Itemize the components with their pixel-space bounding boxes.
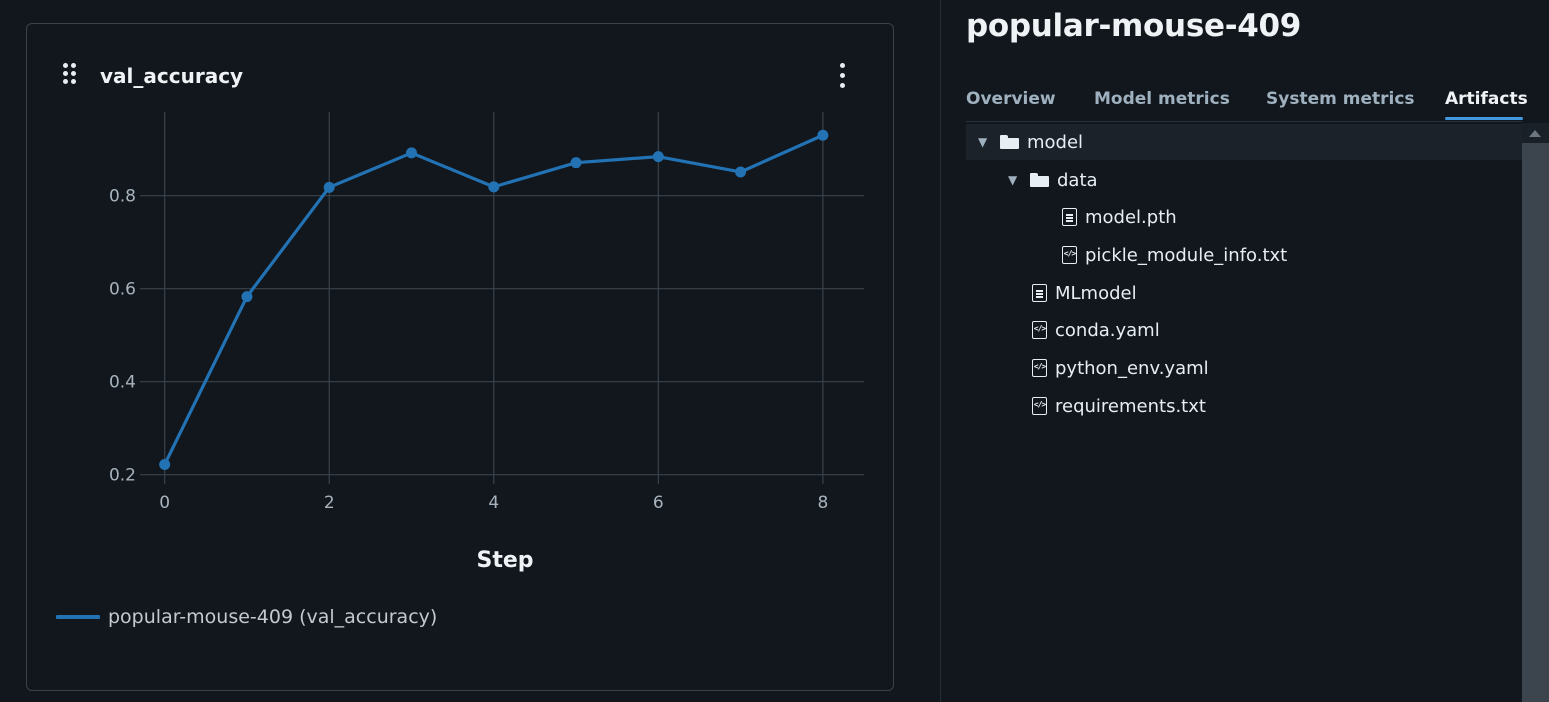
data-point[interactable] xyxy=(570,157,582,169)
data-point[interactable] xyxy=(406,147,417,159)
folder-icon xyxy=(1030,173,1049,187)
tree-item-label: MLmodel xyxy=(1055,282,1137,304)
axis-ticks: 0 2 4 6 8 0.2 0.4 0.6 0.8 xyxy=(109,187,828,513)
scrollbar-thumb[interactable] xyxy=(1522,143,1549,702)
run-title: popular-mouse-409 xyxy=(966,8,1302,44)
file-icon xyxy=(1032,284,1047,302)
tree-item-conda-yaml[interactable]: conda.yaml xyxy=(966,312,1549,348)
tree-item-python-env-yaml[interactable]: python_env.yaml xyxy=(966,350,1549,386)
tab-model-metrics[interactable]: Model metrics xyxy=(1094,89,1230,109)
tree-item-label: requirements.txt xyxy=(1055,395,1206,417)
x-tick-label: 6 xyxy=(653,493,664,513)
tree-item-pickle-module-info[interactable]: pickle_module_info.txt xyxy=(966,237,1549,273)
x-tick-label: 0 xyxy=(159,493,170,513)
data-point[interactable] xyxy=(323,181,335,193)
tree-item-label: data xyxy=(1057,169,1098,191)
code-file-icon xyxy=(1062,246,1077,264)
data-point[interactable] xyxy=(488,181,500,193)
caret-down-icon[interactable]: ▼ xyxy=(978,135,992,149)
tree-item-data[interactable]: ▼ data xyxy=(966,162,1549,198)
file-icon xyxy=(1062,208,1077,226)
tree-item-label: model.pth xyxy=(1085,206,1177,228)
tree-item-label: python_env.yaml xyxy=(1055,357,1209,379)
legend-swatch xyxy=(56,615,100,619)
tree-item-label: conda.yaml xyxy=(1055,319,1160,341)
y-tick-label: 0.4 xyxy=(109,373,136,393)
tree-item-mlmodel[interactable]: MLmodel xyxy=(966,275,1549,311)
chart-legend[interactable]: popular-mouse-409 (val_accuracy) xyxy=(56,606,437,628)
x-axis-label: Step xyxy=(476,548,533,573)
line-chart[interactable]: 0 2 4 6 8 0.2 0.4 0.6 0.8 Step xyxy=(0,0,941,702)
folder-icon xyxy=(1000,135,1019,149)
tab-system-metrics[interactable]: System metrics xyxy=(1266,89,1415,109)
artifact-tree: ▼ model ▼ data model.pth pickle_module_i… xyxy=(966,123,1534,702)
data-point[interactable] xyxy=(817,129,829,141)
tree-item-model-pth[interactable]: model.pth xyxy=(966,199,1549,235)
tabs-divider xyxy=(966,121,1522,122)
data-point[interactable] xyxy=(241,291,253,303)
tree-item-label: pickle_module_info.txt xyxy=(1085,244,1288,266)
x-tick-label: 2 xyxy=(324,493,335,513)
active-tab-indicator xyxy=(1445,117,1523,120)
code-file-icon xyxy=(1032,359,1047,377)
x-tick-label: 8 xyxy=(817,493,828,513)
x-tick-label: 4 xyxy=(488,493,499,513)
legend-label: popular-mouse-409 (val_accuracy) xyxy=(108,606,438,628)
tree-item-requirements-txt[interactable]: requirements.txt xyxy=(966,388,1549,424)
tree-item-model[interactable]: ▼ model xyxy=(966,124,1534,160)
y-tick-label: 0.2 xyxy=(109,466,136,486)
y-tick-label: 0.8 xyxy=(109,187,136,207)
y-tick-label: 0.6 xyxy=(109,280,136,300)
code-file-icon xyxy=(1032,321,1047,339)
scroll-up-icon[interactable] xyxy=(1529,130,1541,137)
tree-item-label: model xyxy=(1027,131,1084,153)
code-file-icon xyxy=(1032,397,1047,415)
data-point[interactable] xyxy=(735,166,747,178)
tab-artifacts[interactable]: Artifacts xyxy=(1445,89,1528,109)
caret-down-icon[interactable]: ▼ xyxy=(1008,173,1022,187)
tab-overview[interactable]: Overview xyxy=(966,89,1056,109)
data-point[interactable] xyxy=(652,151,664,163)
data-point[interactable] xyxy=(159,458,171,470)
